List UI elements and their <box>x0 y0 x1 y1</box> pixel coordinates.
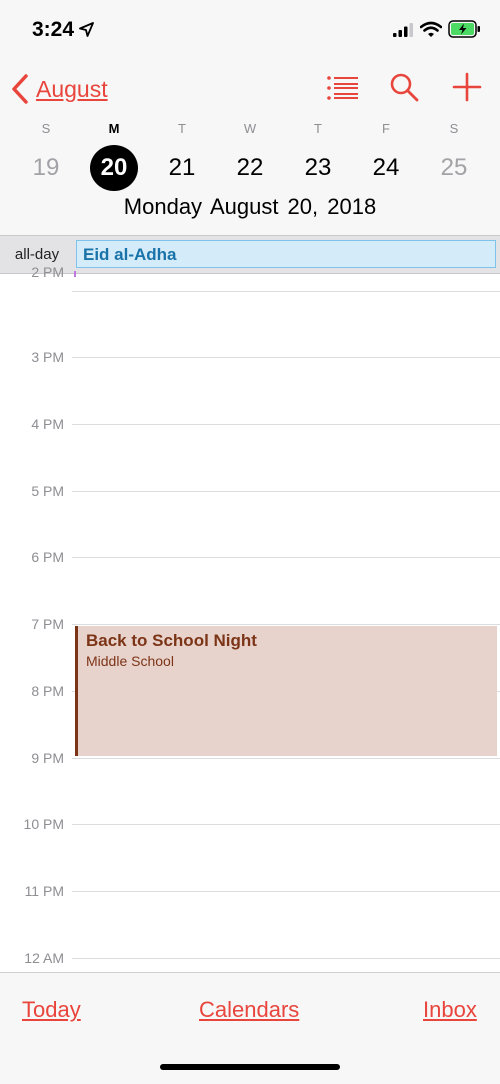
add-icon[interactable] <box>452 72 482 102</box>
calendar-header: 3:24 August S M T W T F S 19 20 21 22 23… <box>0 0 500 235</box>
hour-label: 2 PM <box>31 264 64 280</box>
weekday-letter: S <box>449 121 459 136</box>
weekday-letter: S <box>41 121 51 136</box>
weekday-letter: M <box>108 121 120 136</box>
day-timeline[interactable]: 2 PM 3 PM 4 PM 5 PM 6 PM 7 PM 8 PM 9 PM … <box>0 264 500 973</box>
hour-label: 12 AM <box>24 950 64 966</box>
hour-line <box>72 491 500 492</box>
hour-line <box>72 557 500 558</box>
all-day-event[interactable]: Eid al-Adha <box>76 240 496 268</box>
hour-line <box>72 824 500 825</box>
chevron-left-icon <box>12 74 28 104</box>
all-day-row: all-day Eid al-Adha <box>0 235 500 274</box>
hour-label: 11 PM <box>24 883 64 899</box>
hour-label: 5 PM <box>31 483 64 499</box>
cellular-signal-icon <box>393 23 413 37</box>
calendars-button[interactable]: Calendars <box>199 997 299 1023</box>
wifi-icon <box>420 21 442 37</box>
hour-label: 10 PM <box>23 816 64 832</box>
day-19[interactable]: 19 <box>22 145 70 191</box>
event-location: Middle School <box>86 653 174 669</box>
weekday-letter: F <box>382 121 390 136</box>
home-indicator[interactable] <box>160 1064 340 1070</box>
status-time: 3:24 <box>32 18 75 41</box>
day-24[interactable]: 24 <box>362 145 410 191</box>
battery-charging-icon <box>448 20 480 38</box>
hour-line <box>72 357 500 358</box>
hour-label: 8 PM <box>31 683 64 699</box>
day-20-selected[interactable]: 20 <box>90 145 138 191</box>
back-label: August <box>36 75 108 102</box>
hour-label: 7 PM <box>31 616 64 632</box>
day-21[interactable]: 21 <box>158 145 206 191</box>
hour-line <box>72 758 500 759</box>
search-icon[interactable] <box>389 72 419 102</box>
hour-label: 6 PM <box>31 549 64 565</box>
weekday-letter: W <box>243 121 257 136</box>
weekday-letter: T <box>314 121 322 136</box>
hour-line <box>72 958 500 959</box>
hour-label: 4 PM <box>31 416 64 432</box>
day-22[interactable]: 22 <box>226 145 274 191</box>
selected-date-title: Monday August 20, 2018 <box>123 194 377 219</box>
inbox-button[interactable]: Inbox <box>423 997 477 1023</box>
hour-label: 3 PM <box>31 349 64 365</box>
all-day-event-title: Eid al-Adha <box>83 245 177 264</box>
weekday-letter: T <box>178 121 186 136</box>
hour-line <box>72 624 500 625</box>
day-25[interactable]: 25 <box>430 145 478 191</box>
back-to-month-button[interactable]: August <box>10 72 108 106</box>
hour-label: 9 PM <box>31 750 64 766</box>
location-arrow-icon <box>79 22 94 37</box>
event-title: Back to School Night <box>86 631 257 650</box>
event-back-to-school-night[interactable]: Back to School Night Middle School <box>75 626 497 756</box>
day-23[interactable]: 23 <box>294 145 342 191</box>
today-button[interactable]: Today <box>22 997 81 1023</box>
hour-line <box>72 424 500 425</box>
list-icon[interactable] <box>326 75 358 101</box>
hour-line <box>72 891 500 892</box>
hour-line <box>72 291 500 292</box>
